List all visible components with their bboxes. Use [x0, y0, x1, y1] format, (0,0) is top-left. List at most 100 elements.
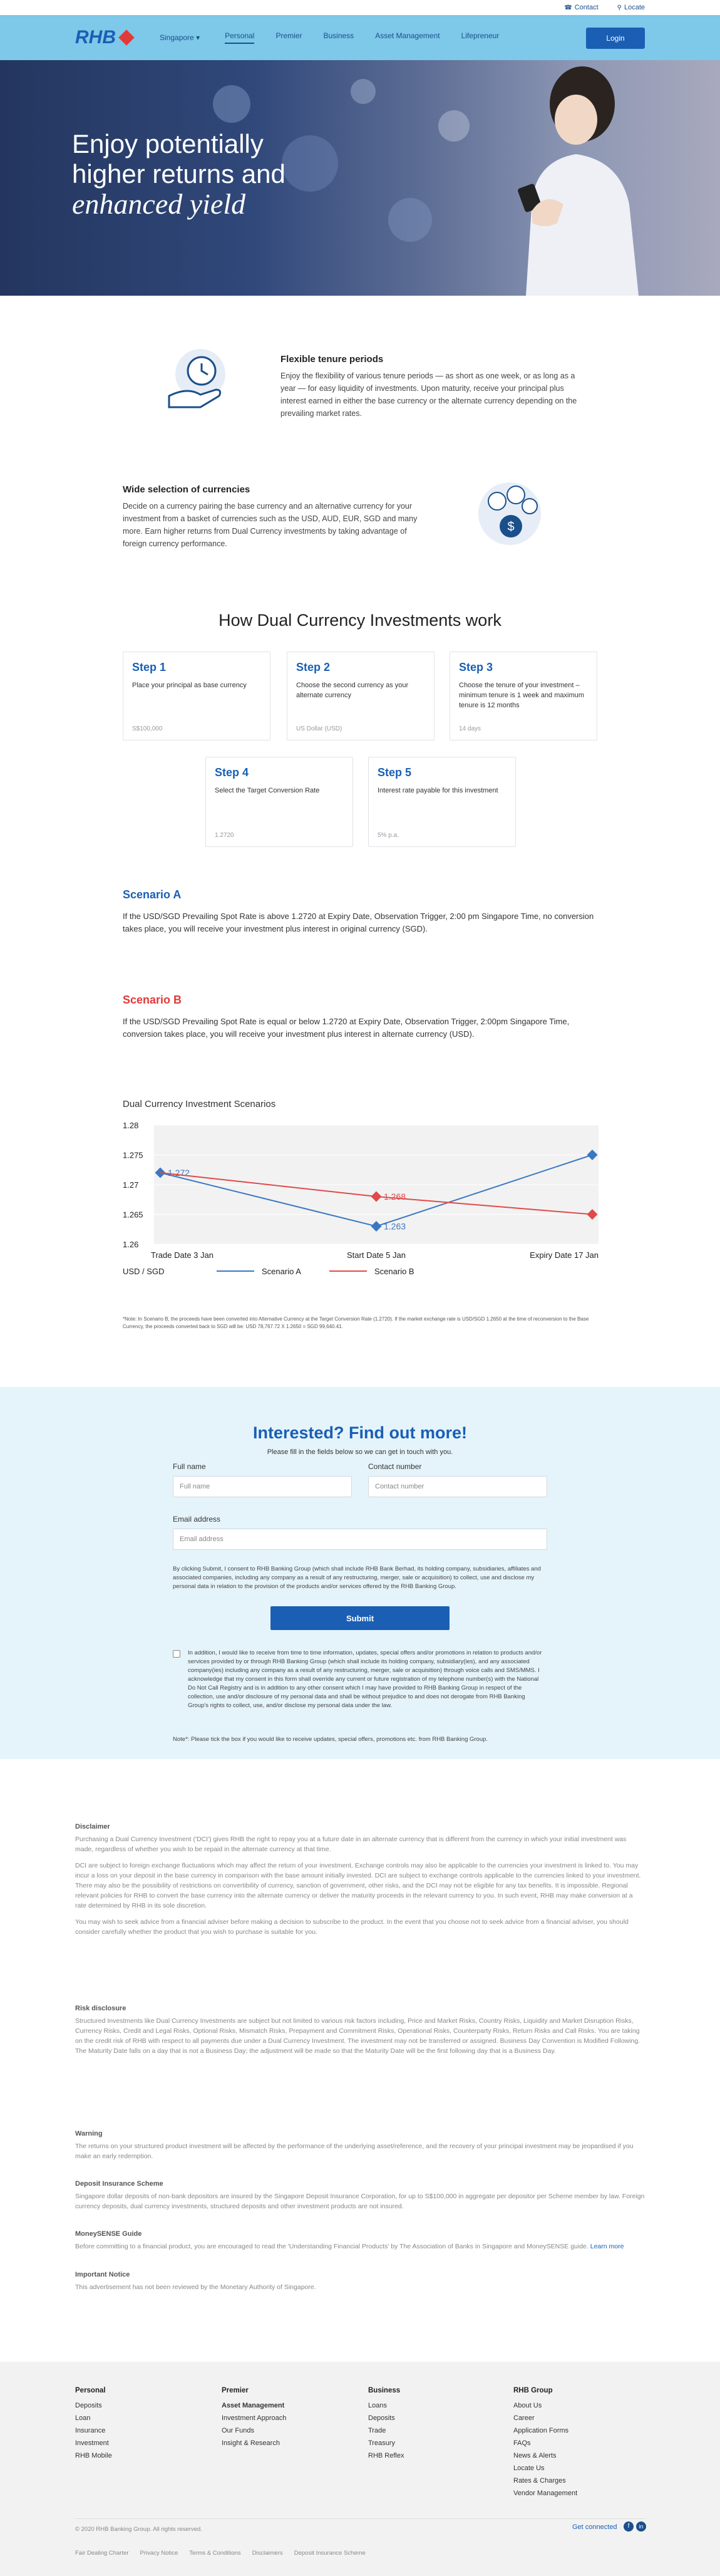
locate-link[interactable]: ⚲ Locate — [617, 4, 645, 11]
chart-y-tick-label: 1.26 — [123, 1240, 138, 1249]
chart-legend-label: Scenario B — [374, 1267, 414, 1276]
footer-link[interactable]: Rates & Charges — [513, 2475, 577, 2487]
footer-link[interactable]: Application Forms — [513, 2424, 577, 2437]
footer-link[interactable]: Deposits — [368, 2412, 404, 2424]
contact-number-label: Contact number — [368, 1462, 422, 1471]
footer-link[interactable]: Insurance — [75, 2424, 112, 2437]
deposit-insurance-section: Deposit Insurance Scheme Singapore dolla… — [75, 2180, 645, 2210]
nav-item-lifepreneur[interactable]: Lifepreneur — [461, 31, 500, 44]
linkedin-icon[interactable]: in — [636, 2521, 646, 2532]
footer-link[interactable]: Loan — [75, 2412, 112, 2424]
footer-link[interactable]: Treasury — [368, 2437, 404, 2449]
step-card-1: Step 1 Place your principal as base curr… — [123, 652, 270, 740]
bokeh-light — [282, 135, 338, 192]
footer-link[interactable]: Deposits — [75, 2399, 112, 2412]
chart-y-tick-label: 1.27 — [123, 1180, 138, 1190]
legal-link[interactable]: Privacy Notice — [140, 2550, 178, 2557]
footer-divider — [75, 2518, 645, 2519]
chart-y-tick-label: 1.275 — [123, 1151, 143, 1160]
svg-text:$: $ — [507, 520, 514, 534]
facebook-icon[interactable]: f — [624, 2521, 634, 2532]
risk-disclosure-section: Risk disclosure Structured Investments l… — [75, 2005, 640, 2055]
moneysense-section: MoneySENSE Guide Before committing to a … — [75, 2230, 624, 2250]
login-button[interactable]: Login — [586, 28, 645, 49]
utility-bar: ☎ Contact ⚲ Locate — [0, 0, 720, 15]
step-card-3: Step 3 Choose the tenure of your investm… — [450, 652, 597, 740]
legal-link[interactable]: Disclaimers — [252, 2550, 283, 2557]
bokeh-light — [213, 85, 250, 123]
footer-link[interactable]: Insight & Research — [222, 2437, 286, 2449]
step-card-4: Step 4 Select the Target Conversion Rate… — [205, 757, 353, 847]
footer-link[interactable]: Investment — [75, 2437, 112, 2449]
chart-footnote: *Note: In Scenario B, the proceeds have … — [123, 1316, 589, 1329]
legal-link[interactable]: Fair Dealing Charter — [75, 2550, 129, 2557]
fullname-input[interactable]: Full name — [173, 1476, 352, 1497]
phone-icon: ☎ — [564, 4, 572, 11]
footer-link[interactable]: Asset Management — [222, 2399, 286, 2412]
feature-flexible-tenure: Flexible tenure periods Enjoy the flexib… — [280, 354, 577, 418]
step-card-5: Step 5 Interest rate payable for this in… — [368, 757, 516, 847]
clock-hand-icon — [168, 349, 225, 408]
email-label: Email address — [173, 1515, 221, 1524]
nav-item-personal[interactable]: Personal — [225, 31, 255, 44]
footer-col-premier: Premier Asset Management Investment Appr… — [222, 2384, 286, 2449]
location-pin-icon: ⚲ — [617, 4, 622, 11]
disclaimer-section: Disclaimer Purchasing a Dual Currency In… — [75, 1823, 641, 1936]
footer-link[interactable]: RHB Mobile — [75, 2449, 112, 2462]
chart-title: Dual Currency Investment Scenarios — [123, 1099, 276, 1109]
footer-link[interactable]: RHB Reflex — [368, 2449, 404, 2462]
footer-link[interactable]: News & Alerts — [513, 2449, 577, 2462]
logo-diamond-icon — [118, 29, 135, 46]
nav-item-premier[interactable]: Premier — [275, 31, 302, 44]
country-selector[interactable]: Singapore ▾ — [160, 33, 200, 42]
footer-col-business: Business Loans Deposits Trade Treasury R… — [368, 2384, 404, 2462]
bokeh-light — [438, 110, 470, 142]
form-title: Interested? Find out more! — [252, 1423, 467, 1442]
hero-headline: Enjoy potentially higher returns and enh… — [72, 129, 285, 220]
chart-y-tick-label: 1.28 — [123, 1121, 138, 1130]
warning-section: Warning The returns on your structured p… — [75, 2130, 634, 2160]
chart-y-tick-label: 1.265 — [123, 1210, 143, 1220]
get-connected-label: Get connected — [572, 2523, 617, 2531]
step-card-2: Step 2 Choose the second currency as you… — [287, 652, 435, 740]
rhb-logo[interactable]: RHB — [75, 27, 135, 48]
chevron-down-icon: ▾ — [196, 33, 200, 42]
feature-currency-selection: Wide selection of currencies Decide on a… — [123, 484, 418, 548]
footer-link[interactable]: FAQs — [513, 2437, 577, 2449]
nav-item-asset-management[interactable]: Asset Management — [375, 31, 440, 44]
chart-legend-label: Scenario A — [262, 1267, 301, 1276]
learn-more-link[interactable]: Learn more — [590, 2243, 624, 2250]
footer-link[interactable]: Vendor Management — [513, 2487, 577, 2500]
footer-link[interactable]: About Us — [513, 2399, 577, 2412]
footer-link[interactable]: Loans — [368, 2399, 404, 2412]
footer-legal-links: Fair Dealing Charter Privacy Notice Term… — [75, 2550, 366, 2557]
footer-link[interactable]: Our Funds — [222, 2424, 286, 2437]
nav-menu: Personal Premier Business Asset Manageme… — [225, 31, 499, 44]
footer-col-rhb-group: RHB Group About Us Career Application Fo… — [513, 2384, 577, 2500]
footer-link[interactable]: Locate Us — [513, 2462, 577, 2475]
contact-section: Interested? Find out more! Please fill i… — [0, 1387, 720, 1759]
scenario-a: Scenario A If the USD/SGD Prevailing Spo… — [123, 888, 594, 933]
consent-text: By clicking Submit, I consent to RHB Ban… — [173, 1566, 541, 1590]
site-footer: Personal Deposits Loan Insurance Investm… — [0, 2362, 720, 2576]
marketing-consent-checkbox[interactable] — [173, 1650, 180, 1658]
footer-col-personal: Personal Deposits Loan Insurance Investm… — [75, 2384, 112, 2462]
footer-link[interactable]: Career — [513, 2412, 577, 2424]
dual-currency-chart: 1.28 1.275 1.27 1.265 1.26 Trade Date 3 Jan St… — [123, 1121, 599, 1276]
bokeh-light — [351, 79, 376, 104]
contact-link[interactable]: ☎ Contact — [564, 4, 598, 11]
email-input[interactable]: Email address — [173, 1529, 547, 1550]
important-notice-section: Important Notice This advertisement has … — [75, 2271, 316, 2291]
bokeh-light — [388, 198, 432, 242]
chart-data-label: 1.263 — [384, 1222, 406, 1232]
footer-link[interactable]: Trade — [368, 2424, 404, 2437]
contact-number-input[interactable]: Contact number — [368, 1476, 547, 1497]
chart-x-tick-label: Expiry Date 17 Jan — [530, 1250, 599, 1260]
chart-data-label: 1.268 — [384, 1192, 406, 1202]
submit-button[interactable]: Submit — [270, 1606, 450, 1630]
footer-link[interactable]: Investment Approach — [222, 2412, 286, 2424]
legal-link[interactable]: Terms & Conditions — [189, 2550, 240, 2557]
scenario-b: Scenario B If the USD/SGD Prevailing Spo… — [123, 994, 570, 1039]
legal-link[interactable]: Deposit Insurance Scheme — [294, 2550, 366, 2557]
nav-item-business[interactable]: Business — [323, 31, 354, 44]
